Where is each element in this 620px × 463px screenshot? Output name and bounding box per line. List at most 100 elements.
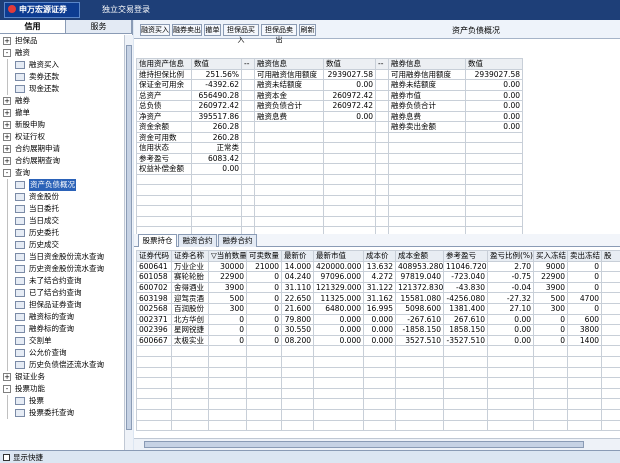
table-row[interactable]: 600641万业企业300002100014.000420000.00013.6…	[137, 261, 620, 272]
table-row[interactable]: 维持担保比例251.56%可用融资信用额度2939027.58可用融券信用额度2…	[137, 69, 523, 80]
tree-group[interactable]: +新股申购	[0, 119, 124, 131]
tab-stock-holdings[interactable]: 股票持仓	[138, 234, 177, 247]
column-header[interactable]: 可卖数量	[247, 251, 282, 262]
expand-icon[interactable]: +	[3, 37, 11, 45]
collapse-icon[interactable]: -	[3, 49, 11, 57]
column-header[interactable]: 成本金额	[396, 251, 444, 262]
tree-group[interactable]: +银证业务	[0, 371, 124, 383]
cancel-order-button[interactable]: 撤单	[204, 24, 221, 36]
tree-item[interactable]: 当日成交	[0, 215, 124, 227]
table-row[interactable]: 保证金可用余-4392.62融资未结额度0.00融券未结额度0.00	[137, 80, 523, 91]
table-row[interactable]	[137, 185, 523, 196]
expand-icon[interactable]: +	[3, 109, 11, 117]
tree-item[interactable]: 当日委托	[0, 203, 124, 215]
column-header[interactable]: 买入冻结	[534, 251, 568, 262]
scrollbar-thumb[interactable]	[144, 441, 584, 448]
tree-item[interactable]: 融资标的查询	[0, 311, 124, 323]
tree-group[interactable]: +融券	[0, 95, 124, 107]
show-quick-toggle[interactable]: 显示快捷	[3, 452, 43, 463]
column-header[interactable]: --	[242, 59, 255, 70]
table-row[interactable]	[137, 399, 620, 410]
table-row[interactable]	[137, 195, 523, 206]
column-header[interactable]: ▽当前数量	[209, 251, 247, 262]
table-row[interactable]	[137, 346, 620, 357]
short-sell-button[interactable]: 融券卖出	[172, 24, 202, 36]
tree-item[interactable]: 已了结合约查询	[0, 287, 124, 299]
tree-item[interactable]: 当日资金股份流水查询	[0, 251, 124, 263]
tree-item[interactable]: 历史委托	[0, 227, 124, 239]
table-row[interactable]	[137, 388, 620, 399]
tree-item[interactable]: 历史负债偿还流水查询	[0, 359, 124, 371]
tree-item[interactable]: 投票	[0, 395, 124, 407]
tree-item[interactable]: 担保品证券查询	[0, 299, 124, 311]
table-row[interactable]: 总资产656490.28融资本金260972.42融券市值0.00	[137, 90, 523, 101]
scrollbar-thumb[interactable]	[126, 45, 132, 430]
column-header[interactable]: 股	[602, 251, 620, 262]
tree-group[interactable]: +担保品	[0, 35, 124, 47]
column-header[interactable]: 参考盈亏	[444, 251, 488, 262]
table-row[interactable]	[137, 174, 523, 185]
column-header[interactable]: 信用资产信息	[137, 59, 192, 70]
expand-icon[interactable]: +	[3, 145, 11, 153]
tree-item[interactable]: 投票委托查询	[0, 407, 124, 419]
tree-item[interactable]: 现金还款	[0, 83, 124, 95]
tree-vertical-scrollbar[interactable]	[124, 35, 133, 450]
expand-icon[interactable]: +	[3, 97, 11, 105]
table-row[interactable]	[137, 420, 620, 431]
table-row[interactable]	[137, 356, 620, 367]
tree-group[interactable]: +撤单	[0, 107, 124, 119]
collateral-buy-button[interactable]: 担保品买入	[223, 24, 259, 36]
column-header[interactable]: 数值	[324, 59, 376, 70]
tree-group[interactable]: -投票功能	[0, 383, 124, 395]
table-row[interactable]: 总负债260972.42融资负债合计260972.42融券负债合计0.00	[137, 101, 523, 112]
tree-item[interactable]: 资产负债概况	[0, 179, 124, 191]
column-header[interactable]: 数值	[466, 59, 523, 70]
expand-icon[interactable]: +	[3, 133, 11, 141]
table-row[interactable]: 信用状态正常类	[137, 143, 523, 154]
table-row[interactable]: 净资产395517.86融资息费0.00融券息费0.00	[137, 111, 523, 122]
tree-group[interactable]: -融资	[0, 47, 124, 59]
table-row[interactable]: 资金余额260.28融券卖出金额0.00	[137, 122, 523, 133]
table-row[interactable]: 002568百润股份300021.6006480.00016.9955098.6…	[137, 303, 620, 314]
margin-buy-button[interactable]: 融资买入	[140, 24, 170, 36]
tree-group[interactable]: +合约展期查询	[0, 155, 124, 167]
table-row[interactable]: 权益补偿金额0.00	[137, 164, 523, 175]
table-row[interactable]: 601058赛轮轮胎22900004.24097096.0004.2729781…	[137, 272, 620, 283]
tree-item[interactable]: 公允价查询	[0, 347, 124, 359]
tab-credit[interactable]: 信用	[0, 20, 66, 33]
collapse-icon[interactable]: -	[3, 169, 11, 177]
column-header[interactable]: 最新市值	[314, 251, 364, 262]
tab-margin-contracts[interactable]: 融资合约	[178, 234, 217, 247]
table-row[interactable]: 002396星网锐捷0030.5500.0000.000-1858.150185…	[137, 325, 620, 336]
table-row[interactable]: 600702舍得酒业3900031.110121329.00031.122121…	[137, 282, 620, 293]
positions-horizontal-scrollbar[interactable]	[134, 438, 620, 450]
refresh-button[interactable]: 刷新	[299, 24, 316, 36]
table-row[interactable]: 603198迎驾贡酒500022.65011325.00031.16215581…	[137, 293, 620, 304]
tree-item[interactable]: 卖券还款	[0, 71, 124, 83]
expand-icon[interactable]: +	[3, 121, 11, 129]
expand-icon[interactable]: +	[3, 373, 11, 381]
tree-item[interactable]: 融资买入	[0, 59, 124, 71]
table-row[interactable]	[137, 378, 620, 389]
column-header[interactable]: 证券名称	[172, 251, 209, 262]
column-header[interactable]: 证券代码	[137, 251, 172, 262]
collapse-icon[interactable]: -	[3, 385, 11, 393]
table-row[interactable]: 600667太极实业0008.2000.0000.0003527.510-352…	[137, 335, 620, 346]
column-header[interactable]: --	[376, 59, 389, 70]
tree-group[interactable]: -查询	[0, 167, 124, 179]
tree-item[interactable]: 融券标的查询	[0, 323, 124, 335]
tree-item[interactable]: 资金股份	[0, 191, 124, 203]
column-header[interactable]: 盈亏比例(%)	[488, 251, 534, 262]
table-row[interactable]: 002371北方华创0079.8000.0000.000-267.610267.…	[137, 314, 620, 325]
table-row[interactable]	[137, 409, 620, 420]
column-header[interactable]: 数值	[192, 59, 242, 70]
column-header[interactable]: 最新价	[282, 251, 314, 262]
column-header[interactable]: 成本价	[364, 251, 396, 262]
table-row[interactable]	[137, 216, 523, 227]
table-row[interactable]: 资金可用数260.28	[137, 132, 523, 143]
collateral-sell-button[interactable]: 担保品卖出	[261, 24, 297, 36]
column-header[interactable]: 融券信息	[389, 59, 466, 70]
tree-item[interactable]: 历史成交	[0, 239, 124, 251]
tree-item[interactable]: 交割单	[0, 335, 124, 347]
table-row[interactable]	[137, 367, 620, 378]
